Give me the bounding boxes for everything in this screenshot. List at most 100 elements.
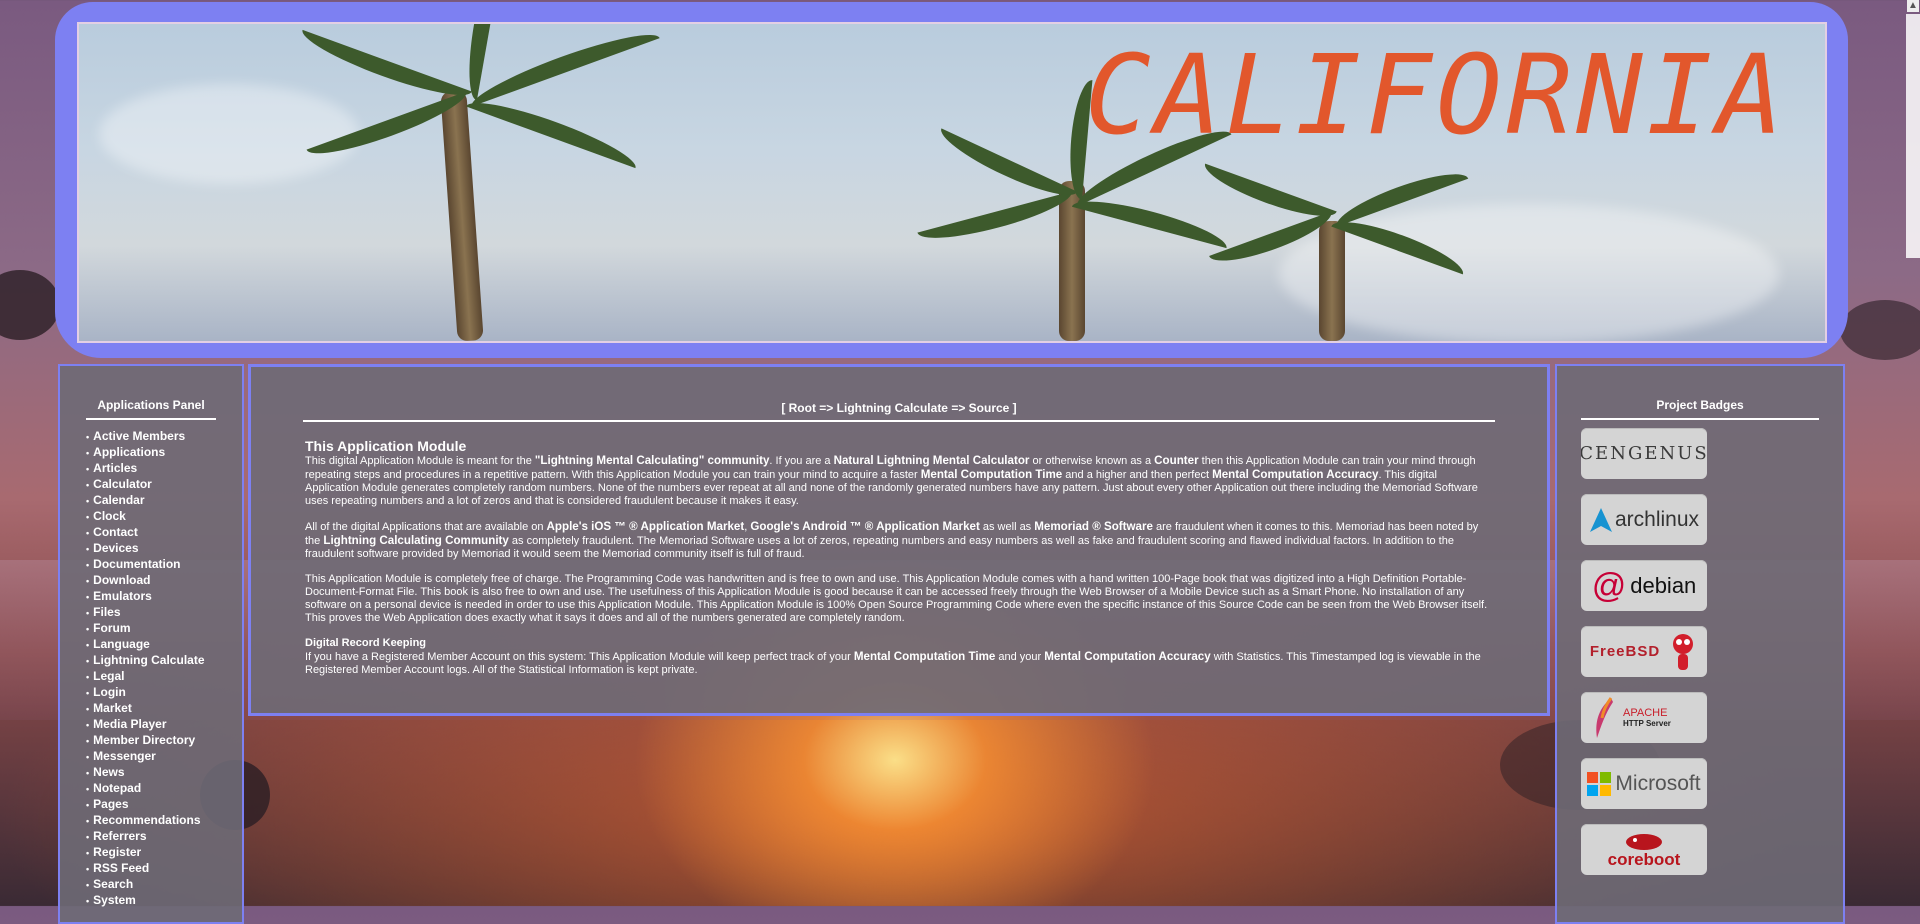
- sidebar-item-label[interactable]: Messenger: [93, 749, 156, 763]
- bullet-icon: •: [86, 560, 90, 570]
- bullet-icon: •: [86, 736, 90, 746]
- archlinux-logo-icon: [1589, 507, 1612, 532]
- bullet-icon: •: [86, 880, 90, 890]
- sidebar-item-label[interactable]: Recommendations: [93, 813, 200, 827]
- sidebar-item-label[interactable]: Documentation: [93, 557, 180, 571]
- bullet-icon: •: [86, 896, 90, 906]
- bullet-icon: •: [86, 864, 90, 874]
- bullet-icon: •: [86, 768, 90, 778]
- archlinux-badge[interactable]: archlinux: [1581, 494, 1707, 545]
- sidebar-item-label[interactable]: Files: [93, 605, 120, 619]
- sidebar-item-files[interactable]: • Files: [86, 604, 242, 620]
- sidebar-item-devices[interactable]: • Devices: [86, 540, 242, 556]
- sidebar-item-label[interactable]: RSS Feed: [93, 861, 149, 875]
- sidebar-item-label[interactable]: Active Members: [93, 429, 185, 443]
- debian-badge[interactable]: @ debian: [1581, 560, 1707, 611]
- sidebar-item-register[interactable]: • Register: [86, 844, 242, 860]
- page-scrollbar[interactable]: ▲: [1905, 0, 1920, 906]
- sidebar-item-forum[interactable]: • Forum: [86, 620, 242, 636]
- scroll-up-arrow-icon[interactable]: ▲: [1907, 0, 1919, 12]
- bullet-icon: •: [86, 512, 90, 522]
- sidebar-item-login[interactable]: • Login: [86, 684, 242, 700]
- sidebar-item-calendar[interactable]: • Calendar: [86, 492, 242, 508]
- coreboot-badge[interactable]: coreboot: [1581, 824, 1707, 875]
- applications-panel-title: Applications Panel: [86, 398, 216, 420]
- apache-logo-icon: [1596, 696, 1613, 738]
- cerberus-logo-icon: CENGENUS: [1581, 443, 1707, 464]
- sidebar-item-label[interactable]: Pages: [93, 797, 128, 811]
- bullet-icon: •: [86, 432, 90, 442]
- bullet-icon: •: [86, 720, 90, 730]
- sidebar-item-legal[interactable]: • Legal: [86, 668, 242, 684]
- breadcrumb: [ Root => Lightning Calculate => Source …: [303, 401, 1495, 422]
- sidebar-item-emulators[interactable]: • Emulators: [86, 588, 242, 604]
- sidebar-item-language[interactable]: • Language: [86, 636, 242, 652]
- apache-badge[interactable]: APACHE HTTP Server: [1581, 692, 1707, 743]
- banner-title: CALIFORNIA: [1084, 31, 1787, 159]
- sidebar-item-label[interactable]: Lightning Calculate: [93, 653, 204, 667]
- sidebar-item-label[interactable]: Calendar: [93, 493, 144, 507]
- sidebar-item-applications[interactable]: • Applications: [86, 444, 242, 460]
- sidebar-item-rss-feed[interactable]: • RSS Feed: [86, 860, 242, 876]
- microsoft-badge[interactable]: Microsoft: [1581, 758, 1707, 809]
- project-badges-panel: Project Badges CENGENUS archlinux @ debi…: [1555, 364, 1845, 924]
- sidebar-item-label[interactable]: Language: [93, 637, 150, 651]
- sidebar-item-label[interactable]: Login: [93, 685, 126, 699]
- sidebar-item-label[interactable]: Download: [93, 573, 150, 587]
- main-content-panel: [ Root => Lightning Calculate => Source …: [248, 364, 1550, 716]
- bullet-icon: •: [86, 832, 90, 842]
- sidebar-item-label[interactable]: Devices: [93, 541, 138, 555]
- sidebar-item-label[interactable]: Market: [93, 701, 132, 715]
- sidebar-item-label[interactable]: Applications: [93, 445, 165, 459]
- bullet-icon: •: [86, 544, 90, 554]
- sidebar-item-recommendations[interactable]: • Recommendations: [86, 812, 242, 828]
- sidebar-item-label[interactable]: Search: [93, 877, 133, 891]
- sidebar-item-label[interactable]: Member Directory: [93, 733, 195, 747]
- scrollbar-thumb[interactable]: [1906, 14, 1920, 258]
- sidebar-item-lightning-calculate[interactable]: • Lightning Calculate: [86, 652, 242, 668]
- sidebar-item-label[interactable]: Forum: [93, 621, 130, 635]
- sidebar-item-label[interactable]: Media Player: [93, 717, 166, 731]
- sidebar-item-articles[interactable]: • Articles: [86, 460, 242, 476]
- sidebar-item-search[interactable]: • Search: [86, 876, 242, 892]
- sidebar-item-label[interactable]: Calculator: [93, 477, 152, 491]
- bullet-icon: •: [86, 672, 90, 682]
- article-paragraph: All of the digital Applications that are…: [305, 520, 1479, 560]
- sidebar-item-referrers[interactable]: • Referrers: [86, 828, 242, 844]
- sidebar-item-label[interactable]: Referrers: [93, 829, 146, 843]
- sidebar-item-messenger[interactable]: • Messenger: [86, 748, 242, 764]
- sidebar-item-label[interactable]: Register: [93, 845, 141, 859]
- sidebar-item-label[interactable]: Contact: [93, 525, 138, 539]
- sidebar-item-label[interactable]: Emulators: [93, 589, 152, 603]
- bullet-icon: •: [86, 640, 90, 650]
- cerberus-badge[interactable]: CENGENUS: [1581, 428, 1707, 479]
- sidebar-item-media-player[interactable]: • Media Player: [86, 716, 242, 732]
- sidebar-item-notepad[interactable]: • Notepad: [86, 780, 242, 796]
- bullet-icon: •: [86, 784, 90, 794]
- sidebar-item-active-members[interactable]: • Active Members: [86, 428, 242, 444]
- bullet-icon: •: [86, 704, 90, 714]
- sidebar-item-calculator[interactable]: • Calculator: [86, 476, 242, 492]
- sidebar-item-documentation[interactable]: • Documentation: [86, 556, 242, 572]
- bullet-icon: •: [86, 496, 90, 506]
- sidebar-item-member-directory[interactable]: • Member Directory: [86, 732, 242, 748]
- sidebar-item-label[interactable]: Clock: [93, 509, 126, 523]
- bullet-icon: •: [86, 448, 90, 458]
- sidebar-item-label[interactable]: Articles: [93, 461, 137, 475]
- bullet-icon: •: [86, 848, 90, 858]
- article-subheading: Digital Record Keeping: [305, 637, 427, 649]
- sidebar-item-label[interactable]: System: [93, 893, 136, 907]
- sidebar-item-label[interactable]: News: [93, 765, 124, 779]
- freebsd-badge[interactable]: FreeBSD: [1581, 626, 1707, 677]
- sidebar-item-pages[interactable]: • Pages: [86, 796, 242, 812]
- sidebar-item-market[interactable]: • Market: [86, 700, 242, 716]
- sidebar-item-clock[interactable]: • Clock: [86, 508, 242, 524]
- bullet-icon: •: [86, 656, 90, 666]
- sidebar-item-label[interactable]: Notepad: [93, 781, 141, 795]
- freebsd-logo-icon: [1673, 633, 1694, 670]
- sidebar-item-download[interactable]: • Download: [86, 572, 242, 588]
- bullet-icon: •: [86, 608, 90, 618]
- sidebar-item-label[interactable]: Legal: [93, 669, 124, 683]
- sidebar-item-news[interactable]: • News: [86, 764, 242, 780]
- sidebar-item-contact[interactable]: • Contact: [86, 524, 242, 540]
